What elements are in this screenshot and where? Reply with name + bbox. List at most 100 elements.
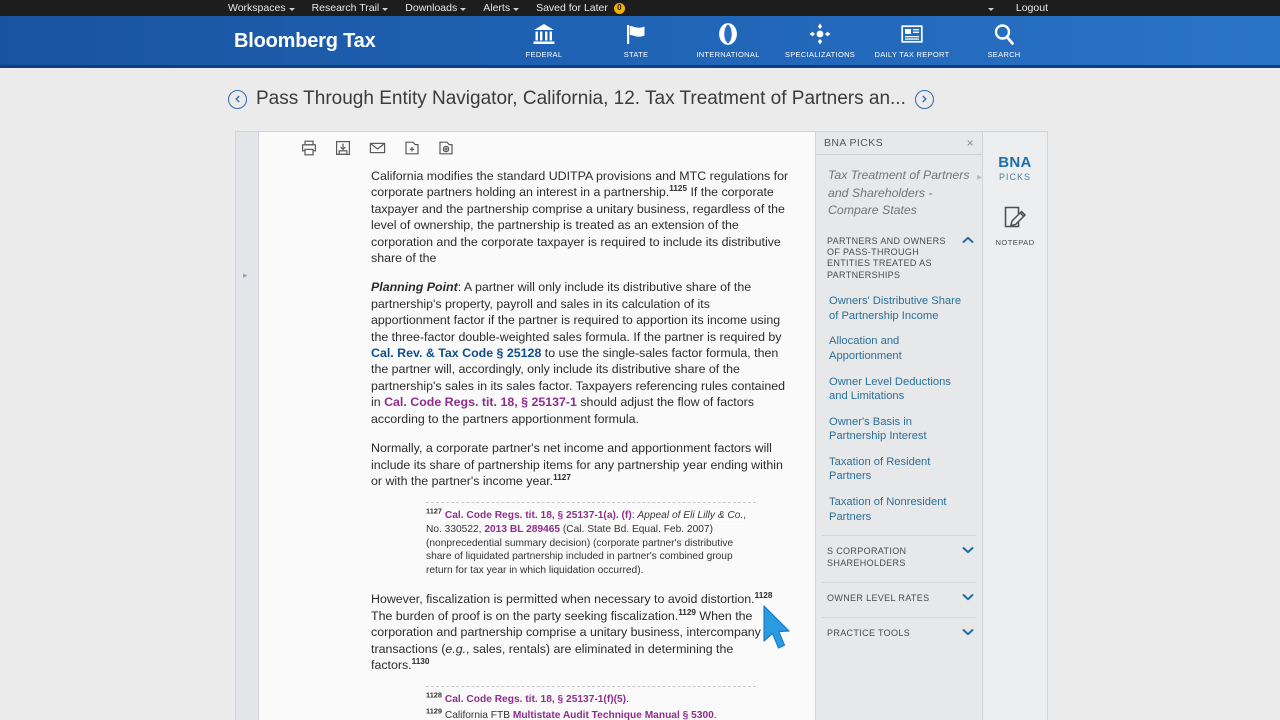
footnote-1127-number: 1127 [426,506,443,516]
chevron-down-icon [962,546,974,556]
rail-item-bna-picks[interactable]: BNA PICKS [998,154,1031,182]
picks-section-practice-tools-title: PRACTICE TOOLS [827,628,911,639]
user-menu-chevron-down-icon[interactable] [987,7,994,11]
paragraph-4-text-a: However, fiscalization is permitted when… [371,592,755,607]
footnote-1128-number: 1128 [426,690,443,700]
menu-research-trail[interactable]: Research Trail [312,0,389,16]
picks-section-practice-tools-header[interactable]: PRACTICE TOOLS [816,618,982,641]
compass-diamond-icon [808,20,832,46]
picks-link-owner-level-deductions[interactable]: Owner Level Deductions and Limitations [816,375,982,404]
close-icon[interactable]: × [967,136,974,150]
nav-item-search[interactable]: SEARCH [958,20,1050,59]
document-toolbar [259,132,815,168]
add-to-folder-icon[interactable] [404,140,420,161]
document-body: California modifies the standard UDITPA … [259,168,815,720]
chevron-down-icon [460,7,467,11]
left-collapse-rail[interactable]: ▸ [236,132,259,720]
add-to-workspace-icon[interactable] [438,140,454,161]
citation-link-cal-code-regs-25137-1[interactable]: Cal. Code Regs. tit. 18, § 25137-1 [384,395,577,409]
paragraph-4: However, fiscalization is permitted when… [371,591,790,673]
email-icon[interactable] [369,140,386,161]
nav-item-state[interactable]: STATE [590,20,682,59]
paragraph-3: Normally, a corporate partner's net inco… [371,440,790,489]
footnote-1128-citation-link[interactable]: Cal. Code Regs. tit. 18, § 25137-1(f)(5) [445,694,626,705]
rail-notepad-label: NOTEPAD [995,238,1035,247]
footnote-1129-lead: California FTB [444,709,513,720]
picks-section-s-corporation-title: S CORPORATION SHAREHOLDERS [827,546,907,568]
chevron-left-circle-icon[interactable] [228,89,247,109]
picks-link-owners-distributive-share[interactable]: Owners' Distributive Share of Partnershi… [816,294,982,323]
footnote-ref-1130[interactable]: 1130 [412,657,430,666]
picks-section-owner-level-rates-header[interactable]: OWNER LEVEL RATES [816,583,982,606]
bna-picks-header: BNA PICKS × [816,132,982,155]
nav-item-daily-tax-report[interactable]: DAILY TAX REPORT [866,20,958,59]
chevron-up-icon [962,236,974,246]
menu-saved-for-later[interactable]: Saved for Later 0 [536,0,625,16]
main-navigation-bar: Bloomberg Tax FEDERAL STATE INTERNATIONA… [0,16,1280,68]
footnote-1127-citation-link[interactable]: Cal. Code Regs. tit. 18, § 25137-1(a). (… [445,510,632,521]
paragraph-4-text-b: The burden of proof is on the party seek… [371,608,679,623]
menu-research-trail-label: Research Trail [311,2,380,14]
picks-link-taxation-resident-partners[interactable]: Taxation of Resident Partners [816,455,982,484]
print-icon[interactable] [301,140,317,161]
document-column: California modifies the standard UDITPA … [259,132,815,720]
nav-item-specializations[interactable]: SPECIALIZATIONS [774,20,866,59]
footnote-ref-1128[interactable]: 1128 [755,591,773,600]
menu-downloads-label: Downloads [405,2,458,14]
utility-bar-inner: Workspaces Research Trail Downloads Aler… [228,0,1048,16]
notepad-pencil-icon [1002,204,1028,235]
picks-section-partners-header[interactable]: PARTNERS AND OWNERS OF PASS-THROUGH ENTI… [816,226,982,284]
nav-item-international[interactable]: INTERNATIONAL [682,20,774,59]
page-title: Pass Through Entity Navigator, Californi… [256,88,906,109]
newspaper-icon [900,20,924,46]
menu-alerts[interactable]: Alerts [483,0,520,16]
bank-building-icon [532,20,556,46]
paragraph-1: California modifies the standard UDITPA … [371,168,790,266]
menu-workspaces-label: Workspaces [228,2,286,14]
flag-icon [624,20,648,46]
footnote-1129-citation-link[interactable]: Multistate Audit Technique Manual § 5300 [513,710,714,720]
menu-downloads[interactable]: Downloads [405,0,467,16]
nav-item-international-label: INTERNATIONAL [696,50,760,59]
brand-logo[interactable]: Bloomberg Tax [234,30,376,53]
expand-left-panel-icon[interactable]: ▸ [243,270,248,281]
footnote-block-1127: 1127 Cal. Code Regs. tit. 18, § 25137-1(… [426,502,756,577]
logout-label: Logout [1015,2,1048,14]
footnote-ref-1129[interactable]: 1129 [678,608,696,617]
rail-bna-picks-main-label: BNA [998,154,1032,171]
chevron-down-icon [513,7,520,11]
nav-item-federal-label: FEDERAL [525,50,563,59]
save-download-icon[interactable] [335,140,351,161]
magnifier-icon [992,20,1016,46]
footnote-1127: 1127 Cal. Code Regs. tit. 18, § 25137-1(… [426,506,756,577]
document-page-frame: ▸ California modifies the standard UDITP… [235,131,1048,720]
chevron-right-circle-icon[interactable] [914,89,934,109]
footnote-1127-case-name: Appeal of Eli Lilly & Co. [637,510,744,522]
footnote-1128-tail: . [626,694,629,706]
menu-workspaces[interactable]: Workspaces [228,0,295,16]
picks-link-owners-basis[interactable]: Owner's Basis in Partnership Interest [816,415,982,444]
footnote-1129: 1129 California FTB Multistate Audit Tec… [426,707,756,720]
picks-link-taxation-nonresident-partners[interactable]: Taxation of Nonresident Partners [816,495,982,524]
footnote-1127-bl-cite-link[interactable]: 2013 BL 289465 [484,524,560,535]
picks-section-s-corporation-header[interactable]: S CORPORATION SHAREHOLDERS [816,536,982,571]
footnote-1128: 1128 Cal. Code Regs. tit. 18, § 25137-1(… [426,690,756,707]
chevron-down-icon [382,7,389,11]
rail-item-notepad[interactable]: NOTEPAD [996,204,1035,247]
collapse-picks-panel-icon[interactable]: ▸ [977,170,988,185]
utility-bar: Workspaces Research Trail Downloads Aler… [0,0,1280,16]
menu-alerts-label: Alerts [483,2,511,14]
footnote-ref-1125[interactable]: 1125 [669,184,687,193]
picks-link-allocation-apportionment[interactable]: Allocation and Apportionment [816,334,982,363]
nav-item-federal[interactable]: FEDERAL [498,20,590,59]
main-navigation-inner: Bloomberg Tax FEDERAL STATE INTERNATIONA… [228,16,1048,68]
paragraph-3-text: Normally, a corporate partner's net inco… [371,441,783,488]
nav-item-daily-tax-report-label: DAILY TAX REPORT [874,50,950,59]
footnote-ref-1127[interactable]: 1127 [553,473,571,482]
logout-button[interactable]: Logout [1016,0,1048,16]
citation-link-cal-rev-tax-25128[interactable]: Cal. Rev. & Tax Code § 25128 [371,346,541,360]
paragraph-planning-point: Planning Point: A partner will only incl… [371,279,790,427]
globe-icon [716,20,740,46]
footnote-block-1128-1130: 1128 Cal. Code Regs. tit. 18, § 25137-1(… [426,686,756,720]
picks-section-owner-level-rates-title: OWNER LEVEL RATES [827,593,930,604]
